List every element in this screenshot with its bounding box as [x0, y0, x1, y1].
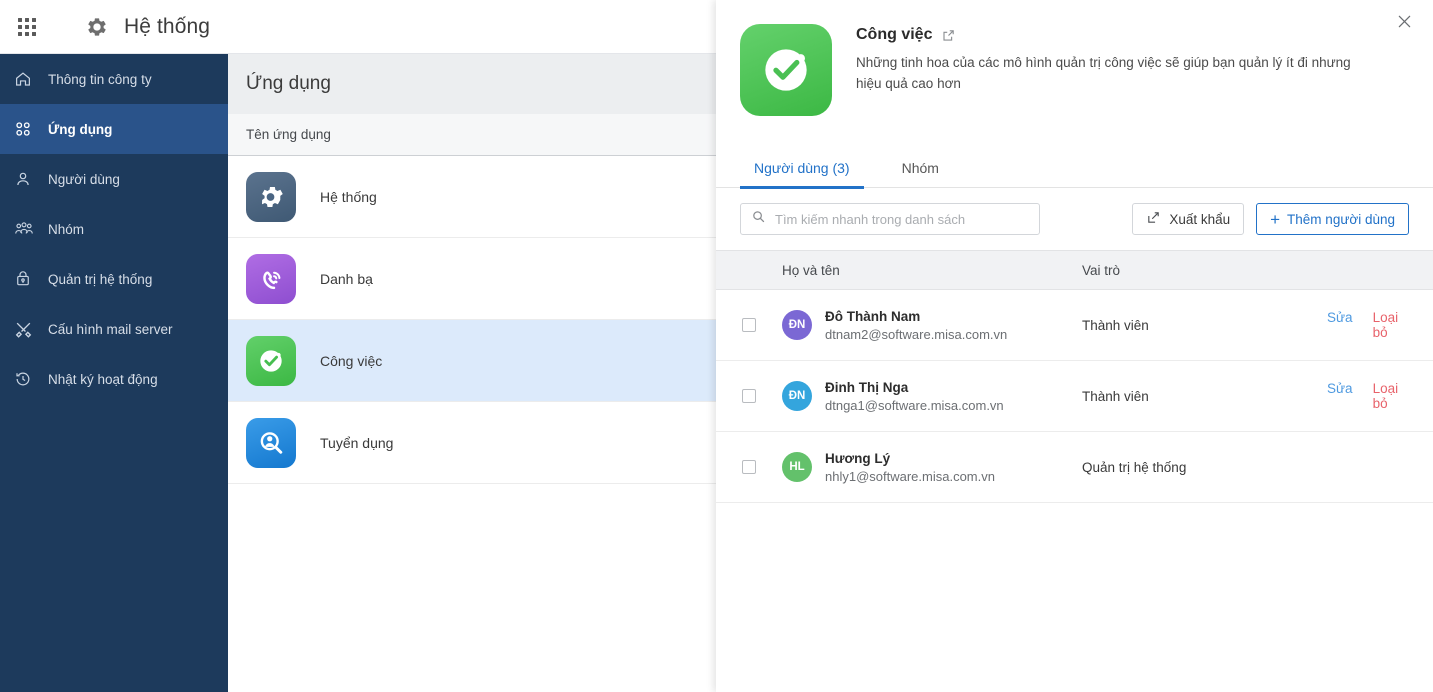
- search-input[interactable]: [775, 211, 1020, 227]
- close-icon[interactable]: [1389, 6, 1419, 36]
- user-icon: [14, 170, 40, 188]
- row-user-cell: ĐN Đinh Thị Nga dtnga1@software.misa.com…: [782, 380, 1082, 413]
- app-list-item-label: Tuyển dụng: [320, 434, 394, 451]
- page-title: Hệ thống: [124, 14, 211, 38]
- row-user-name: Đinh Thị Nga: [825, 379, 909, 395]
- app-detail-panel: Công việc Những tinh hoa của các mô hình…: [716, 0, 1433, 692]
- admin-lock-icon: [14, 270, 40, 288]
- row-user-name: Hương Lý: [825, 450, 891, 466]
- export-button[interactable]: Xuất khẩu: [1132, 203, 1245, 235]
- row-user-cell: HL Hương Lý nhly1@software.misa.com.vn: [782, 451, 1082, 484]
- app-list-item-label: Hệ thống: [320, 188, 377, 205]
- user-table-header: Họ và tên Vai trò: [716, 250, 1433, 290]
- grid-apps-icon[interactable]: [18, 17, 36, 36]
- sidebar-item-quan-tri-he-thong[interactable]: Quản trị hệ thống: [0, 254, 228, 304]
- history-clock-icon: [14, 370, 40, 388]
- sidebar-item-label: Người dùng: [48, 171, 120, 187]
- sidebar-item-label: Nhật ký hoạt động: [48, 371, 158, 387]
- sidebar-item-cau-hinh-mail-server[interactable]: Cấu hình mail server: [0, 304, 228, 354]
- gear-icon: [84, 14, 110, 40]
- tab-nguoi-dung[interactable]: Người dùng (3): [740, 148, 864, 189]
- sidebar-item-ung-dung[interactable]: Ứng dụng: [0, 104, 228, 154]
- application-window: Hệ thống Thông tin công ty Ứng dụng Ngườ…: [0, 0, 1433, 692]
- home-icon: [14, 70, 40, 88]
- app-list-item-danh-ba[interactable]: Danh bạ: [228, 238, 717, 320]
- avatar: ĐN: [782, 381, 812, 411]
- applications-heading: Ứng dụng: [246, 73, 331, 94]
- row-user-role: Quản trị hệ thống: [1082, 459, 1187, 475]
- tab-nhom[interactable]: Nhóm: [888, 148, 953, 188]
- search-box[interactable]: [740, 203, 1040, 235]
- sidebar-item-label: Cấu hình mail server: [48, 321, 173, 337]
- sidebar-item-label: Nhóm: [48, 221, 85, 237]
- sidebar-item-nhom[interactable]: Nhóm: [0, 204, 228, 254]
- phone-app-icon: [246, 253, 296, 304]
- app-list-item-he-thong[interactable]: Hệ thống: [228, 156, 717, 238]
- remove-link[interactable]: Loại bỏ: [1373, 381, 1413, 411]
- users-group-icon: [14, 220, 40, 238]
- search-icon: [751, 209, 766, 229]
- edit-link[interactable]: Sửa: [1327, 381, 1353, 411]
- row-user-name: Đô Thành Nam: [825, 308, 921, 324]
- app-list-item-label: Công việc: [320, 352, 383, 369]
- row-checkbox-cell: [716, 460, 782, 474]
- row-user-cell: ĐN Đô Thành Nam dtnam2@software.misa.com…: [782, 309, 1082, 342]
- row-user-role: Thành viên: [1082, 388, 1149, 404]
- column-header-role: Vai trò: [1082, 262, 1121, 278]
- export-button-label: Xuất khẩu: [1169, 211, 1231, 227]
- panel-header: Công việc Những tinh hoa của các mô hình…: [716, 0, 1433, 148]
- panel-toolbar: Xuất khẩu + Thêm người dùng: [716, 188, 1433, 250]
- row-user-role: Thành viên: [1082, 317, 1149, 333]
- check-app-icon: [740, 24, 832, 116]
- plus-icon: +: [1270, 209, 1281, 229]
- recruit-app-icon: [246, 417, 296, 468]
- apps-grid-icon: [14, 120, 40, 138]
- app-list-item-tuyen-dung[interactable]: Tuyển dụng: [228, 402, 717, 484]
- sidebar-item-thong-tin-cong-ty[interactable]: Thông tin công ty: [0, 54, 228, 104]
- gear-app-icon: [246, 171, 296, 222]
- row-actions: Sửa Loại bỏ: [1327, 310, 1433, 340]
- row-user-email: dtnam2@software.misa.com.vn: [825, 326, 1008, 342]
- add-user-button[interactable]: + Thêm người dùng: [1256, 203, 1409, 235]
- add-user-button-label: Thêm người dùng: [1287, 211, 1395, 227]
- applications-column-header: Tên ứng dụng: [228, 114, 717, 156]
- tab-label: Nhóm: [901, 160, 939, 176]
- avatar: ĐN: [782, 310, 812, 340]
- row-actions: Sửa Loại bỏ: [1327, 381, 1433, 411]
- table-row[interactable]: ĐN Đinh Thị Nga dtnga1@software.misa.com…: [716, 361, 1433, 432]
- row-checkbox-cell: [716, 389, 782, 403]
- app-list-item-cong-viec[interactable]: Công việc: [228, 320, 717, 402]
- sidebar: Thông tin công ty Ứng dụng Người dùng Nh…: [0, 54, 228, 692]
- column-header-app-name: Tên ứng dụng: [246, 127, 331, 142]
- column-header-name: Họ và tên: [782, 262, 840, 278]
- sidebar-item-label: Thông tin công ty: [48, 71, 152, 87]
- table-row[interactable]: ĐN Đô Thành Nam dtnam2@software.misa.com…: [716, 290, 1433, 361]
- app-list-item-label: Danh bạ: [320, 270, 373, 287]
- external-link-icon[interactable]: [941, 28, 956, 43]
- export-icon: [1146, 210, 1169, 228]
- sidebar-item-nhat-ky-hoat-dong[interactable]: Nhật ký hoạt động: [0, 354, 228, 404]
- remove-link[interactable]: Loại bỏ: [1373, 310, 1413, 340]
- row-user-email: dtnga1@software.misa.com.vn: [825, 397, 1004, 413]
- row-checkbox-cell: [716, 318, 782, 332]
- sidebar-item-label: Ứng dụng: [48, 121, 113, 137]
- tools-icon: [14, 320, 40, 339]
- table-row[interactable]: HL Hương Lý nhly1@software.misa.com.vn Q…: [716, 432, 1433, 503]
- panel-app-title: Công việc: [856, 26, 933, 43]
- sidebar-item-label: Quản trị hệ thống: [48, 271, 153, 287]
- row-user-email: nhly1@software.misa.com.vn: [825, 468, 995, 484]
- panel-tabs: Người dùng (3) Nhóm: [716, 148, 1433, 189]
- applications-header: Ứng dụng: [228, 54, 717, 114]
- applications-list-column: Ứng dụng Tên ứng dụng Hệ thống Danh bạ C…: [228, 54, 718, 692]
- edit-link[interactable]: Sửa: [1327, 310, 1353, 340]
- row-checkbox[interactable]: [742, 389, 756, 403]
- row-checkbox[interactable]: [742, 460, 756, 474]
- panel-app-description: Những tinh hoa của các mô hình quản trị …: [856, 55, 1351, 91]
- avatar: HL: [782, 452, 812, 482]
- sidebar-item-nguoi-dung[interactable]: Người dùng: [0, 154, 228, 204]
- row-checkbox[interactable]: [742, 318, 756, 332]
- check-app-icon: [246, 335, 296, 386]
- tab-label: Người dùng (3): [754, 160, 850, 176]
